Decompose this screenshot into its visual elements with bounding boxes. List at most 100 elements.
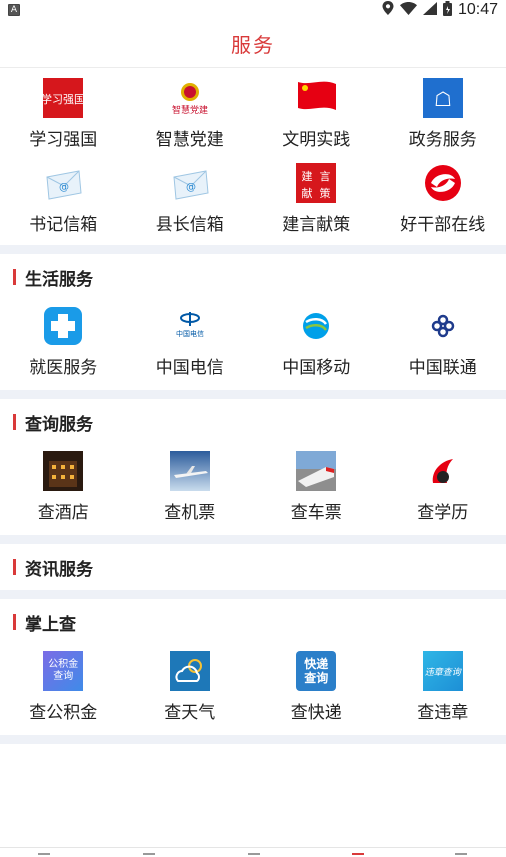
train-photo-icon [296, 451, 337, 491]
section-divider [0, 535, 506, 544]
service-county-mailbox[interactable]: @ 县长信箱 [127, 163, 254, 235]
service-education[interactable]: 查学历 [380, 451, 506, 523]
service-label: 县长信箱 [155, 215, 224, 235]
suggestion-icon-char: 献 [302, 186, 313, 200]
service-medical[interactable]: 就医服务 [0, 306, 127, 378]
service-label: 好干部在线 [400, 215, 486, 235]
section-divider [0, 390, 506, 399]
section-header[interactable]: 资讯服务 [0, 544, 506, 590]
clock-time: 10:47 [457, 1, 498, 18]
section-divider [0, 590, 506, 599]
section-divider [0, 735, 506, 744]
service-label: 文明实践 [282, 130, 351, 150]
violation-query-icon: 违章查询 [422, 651, 463, 691]
service-xuexi-qiangguo[interactable]: 学习强国 学习强国 [0, 78, 127, 150]
svg-text:中国电信: 中国电信 [176, 329, 204, 338]
section-accent-bar [13, 269, 16, 285]
svg-text:@: @ [59, 182, 69, 193]
service-label: 学习强国 [29, 130, 98, 150]
service-china-unicom[interactable]: 中国联通 [380, 306, 506, 378]
section-title: 掌上查 [25, 614, 76, 635]
nav-item[interactable] [38, 853, 50, 857]
service-label: 建言献策 [282, 215, 351, 235]
suggestion-icon-char: 言 [320, 170, 331, 183]
service-label: 查违章 [417, 703, 469, 723]
service-label: 书记信箱 [29, 215, 98, 235]
battery-icon [442, 0, 452, 20]
china-telecom-icon: 中国电信 [170, 306, 210, 346]
medical-cross-icon [43, 306, 83, 346]
status-bar: A 10:47 [0, 0, 506, 20]
service-suggestion[interactable]: 建 言 献 策 建言献策 [253, 163, 380, 235]
service-cadre-online[interactable]: 好干部在线 [380, 163, 506, 235]
nav-item[interactable] [143, 853, 155, 857]
signal-icon [422, 1, 437, 19]
svg-text:学习强国: 学习强国 [43, 92, 83, 106]
service-secretary-mailbox[interactable]: @ 书记信箱 [0, 163, 127, 235]
service-violation[interactable]: 违章查询 查违章 [380, 651, 506, 723]
express-icon-text: 快递查询 [304, 657, 329, 685]
service-label: 智慧党建 [155, 130, 224, 150]
service-china-telecom[interactable]: 中国电信 中国电信 [127, 306, 254, 378]
service-civilization-practice[interactable]: 文明实践 [253, 78, 380, 150]
section-title: 查询服务 [25, 414, 93, 435]
section-title: 生活服务 [25, 269, 93, 290]
app-header: 服务 [0, 20, 506, 68]
red-flag-icon [296, 78, 337, 118]
hotel-photo-icon [43, 451, 84, 491]
page-title: 服务 [231, 33, 275, 57]
service-express[interactable]: 快递查询 查快递 [253, 651, 380, 723]
section-title: 资讯服务 [25, 559, 93, 580]
suggestion-icon-char: 建 [302, 169, 313, 183]
svg-text:@: @ [186, 182, 196, 193]
location-icon [382, 1, 394, 19]
service-hotel[interactable]: 查酒店 [0, 451, 127, 523]
airplane-photo-icon [169, 451, 210, 491]
section-accent-bar [13, 414, 16, 430]
service-label: 中国联通 [408, 358, 477, 378]
service-label: 查快递 [290, 703, 342, 723]
section-header: 生活服务 [0, 254, 506, 300]
service-label: 中国电信 [155, 358, 224, 378]
service-label: 查学历 [417, 503, 469, 523]
bottom-navigation [0, 847, 506, 857]
nav-item[interactable] [352, 853, 364, 857]
service-label: 查天气 [164, 703, 216, 723]
service-china-mobile[interactable]: 中国移动 [253, 306, 380, 378]
suggestion-icon: 建 言 献 策 [296, 163, 337, 203]
service-label: 查公积金 [29, 703, 98, 723]
party-emblem-icon: 智慧党建 [170, 78, 210, 118]
cadre-online-icon [423, 163, 463, 203]
service-label: 中国移动 [282, 358, 351, 378]
service-train[interactable]: 查车票 [253, 451, 380, 523]
service-weather[interactable]: 查天气 [127, 651, 254, 723]
section-divider [0, 245, 506, 254]
mail-envelope-icon: @ [170, 163, 210, 203]
violation-icon-text: 违章查询 [424, 667, 461, 678]
service-flight[interactable]: 查机票 [127, 451, 254, 523]
wifi-icon [399, 1, 417, 19]
service-smart-party[interactable]: 智慧党建 智慧党建 [127, 78, 254, 150]
section-accent-bar [13, 614, 16, 630]
section-header: 掌上查 [0, 599, 506, 645]
service-label: 查酒店 [37, 503, 89, 523]
top-services-section: 学习强国 学习强国 智慧党建 智慧党建 文明实践 ☖ 政务服务 @ 书记信箱 @… [0, 68, 506, 245]
news-services-section: 资讯服务 [0, 544, 506, 590]
service-label: 就医服务 [29, 358, 98, 378]
service-label: 查车票 [290, 503, 342, 523]
nav-item[interactable] [455, 853, 467, 857]
palm-query-section: 掌上查 公积金查询 查公积金 查天气 快递查询 查快递 违章查询 查违章 [0, 599, 506, 735]
svg-text:☖: ☖ [434, 87, 452, 111]
service-government[interactable]: ☖ 政务服务 [380, 78, 506, 150]
section-header: 查询服务 [0, 399, 506, 445]
nav-item[interactable] [248, 853, 260, 857]
notification-badge: A [8, 4, 20, 16]
service-housing-fund[interactable]: 公积金查询 查公积金 [0, 651, 127, 723]
china-unicom-icon [423, 306, 463, 346]
query-services-section: 查询服务 查酒店 查机票 查车票 查学历 [0, 399, 506, 535]
suggestion-icon-char: 策 [320, 186, 331, 200]
housing-fund-icon-text: 公积金查询 [48, 659, 79, 682]
service-label: 查机票 [164, 503, 216, 523]
education-logo-icon [423, 451, 463, 491]
government-service-icon: ☖ [422, 78, 463, 118]
